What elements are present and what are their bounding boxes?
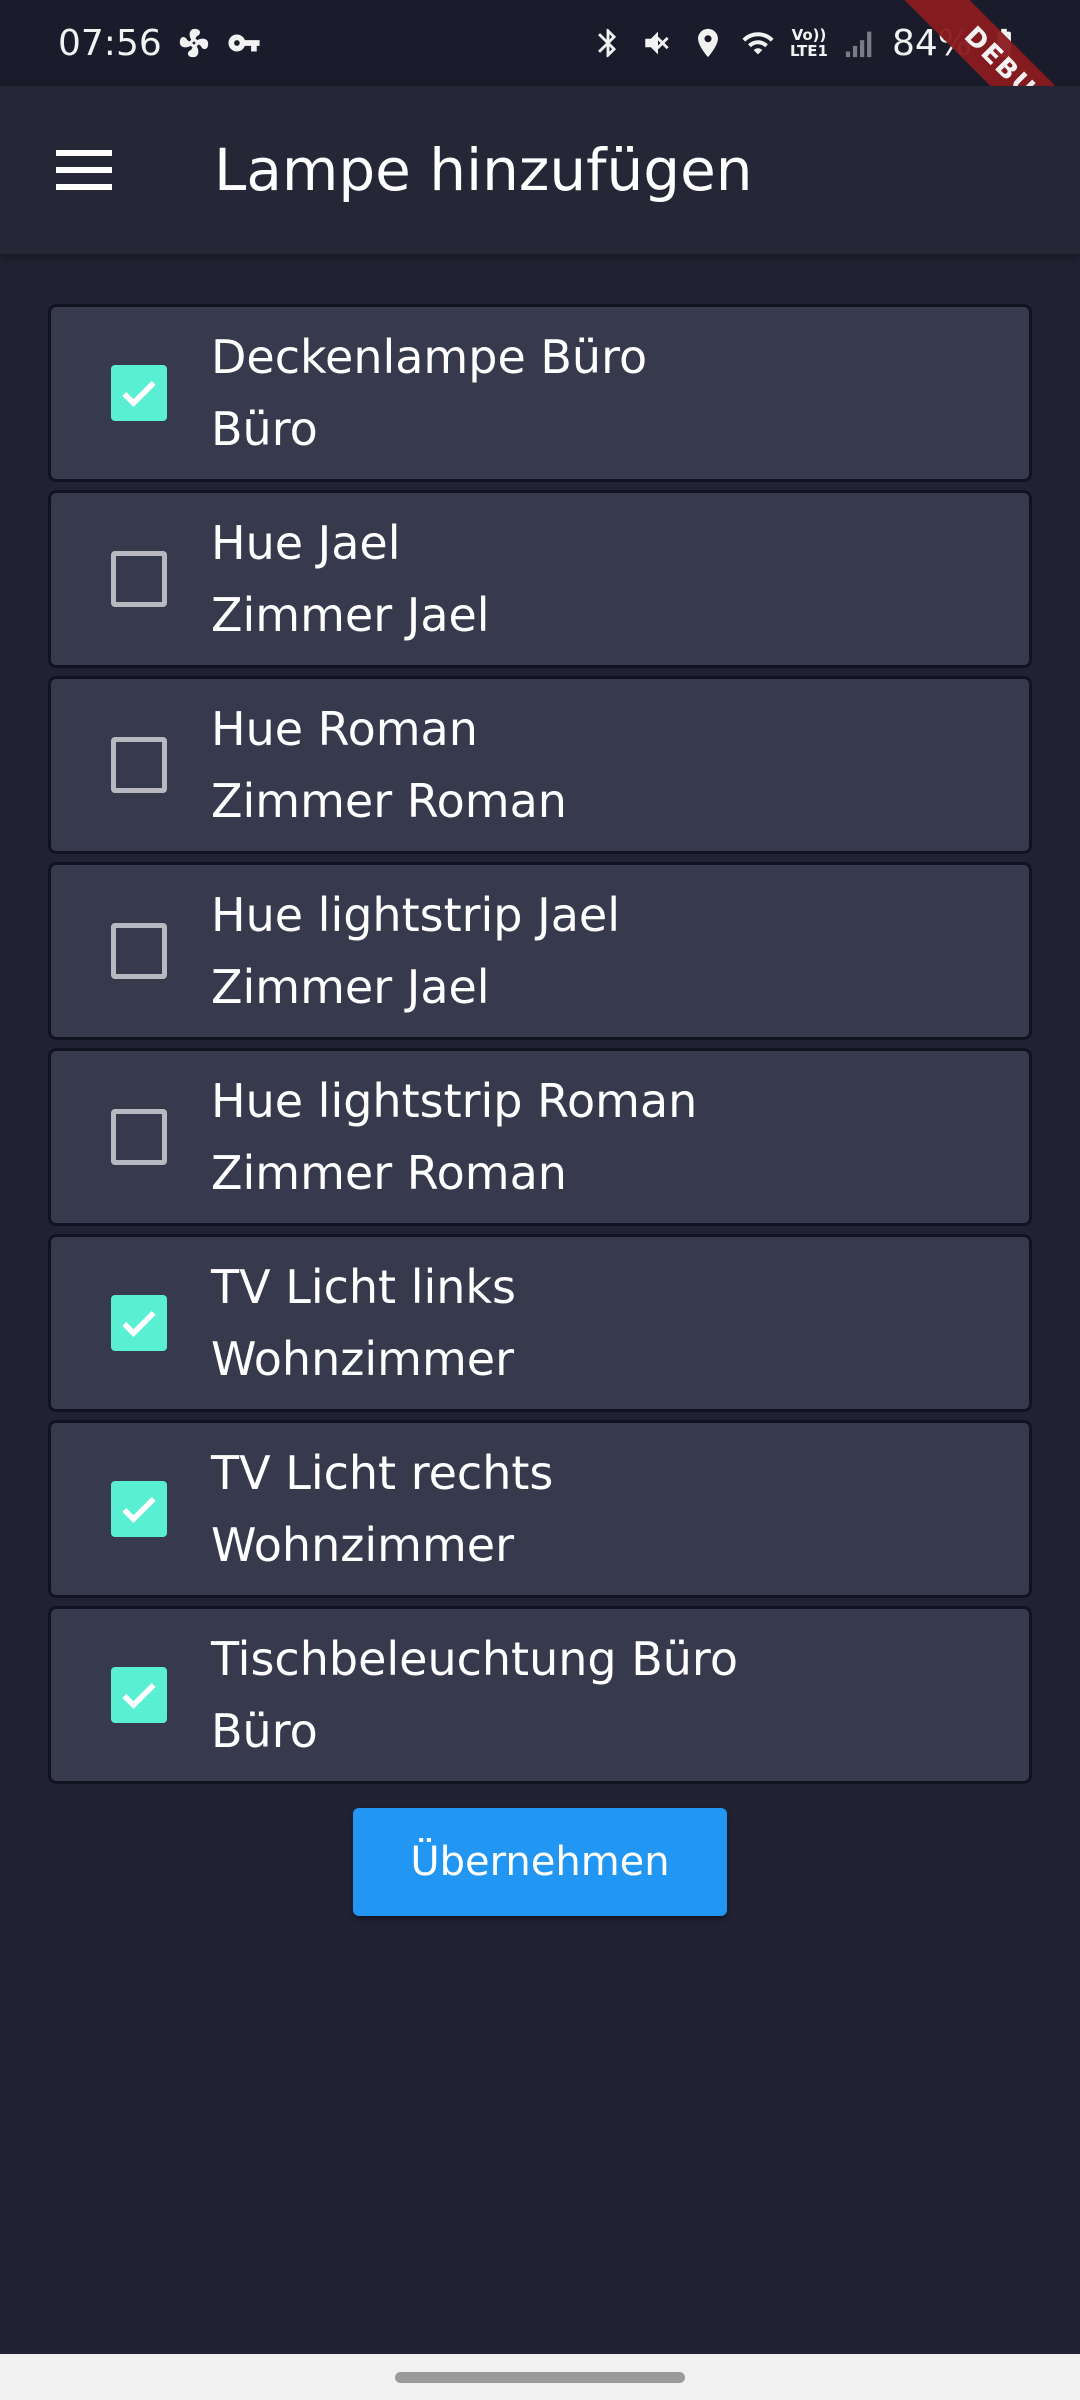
lamp-name: Hue Roman [211, 702, 478, 756]
wifi-icon [740, 23, 776, 63]
lamp-checkbox[interactable] [111, 365, 167, 421]
checkmark-icon [122, 1496, 156, 1523]
lamp-name: Hue lightstrip Roman [211, 1074, 698, 1128]
lamp-name: TV Licht rechts [211, 1446, 554, 1500]
checkmark-icon [122, 380, 156, 407]
lamp-checkbox[interactable] [111, 923, 167, 979]
lamp-texts: Hue Jael Zimmer Jael [211, 507, 490, 651]
lamp-room: Zimmer Roman [211, 774, 567, 828]
status-left: 07:56 [58, 23, 262, 64]
lamp-room: Büro [211, 402, 318, 456]
fan-icon [176, 23, 212, 63]
home-indicator[interactable] [395, 2371, 685, 2383]
lamp-list-item[interactable]: Deckenlampe Büro Büro [48, 304, 1032, 482]
lamp-room: Wohnzimmer [211, 1332, 514, 1386]
lamp-list-item[interactable]: TV Licht rechts Wohnzimmer [48, 1420, 1032, 1598]
lamp-list: Deckenlampe Büro Büro Hue Jael Zimmer Jael H… [48, 304, 1032, 1792]
lamp-list-item[interactable]: Hue lightstrip Roman Zimmer Roman [48, 1048, 1032, 1226]
lamp-name: TV Licht links [211, 1260, 517, 1314]
lamp-checkbox[interactable] [111, 1109, 167, 1165]
navigation-bar [0, 2354, 1080, 2400]
lamp-room: Zimmer Jael [211, 588, 490, 642]
lamp-checkbox[interactable] [111, 1667, 167, 1723]
lamp-texts: Hue Roman Zimmer Roman [211, 693, 567, 837]
lamp-texts: Hue lightstrip Roman Zimmer Roman [211, 1065, 697, 1209]
lamp-list-item[interactable]: TV Licht links Wohnzimmer [48, 1234, 1032, 1412]
lamp-texts: Tischbeleuchtung Büro Büro [211, 1623, 738, 1767]
location-icon [690, 23, 726, 63]
lamp-room: Zimmer Roman [211, 1146, 567, 1200]
lamp-texts: TV Licht links Wohnzimmer [211, 1251, 516, 1395]
lamp-texts: Deckenlampe Büro Büro [211, 321, 647, 465]
lamp-room: Wohnzimmer [211, 1518, 514, 1572]
bluetooth-icon [590, 23, 626, 63]
network-bottom: LTE1 [789, 42, 828, 60]
lamp-list-item[interactable]: Hue lightstrip Jael Zimmer Jael [48, 862, 1032, 1040]
lamp-name: Deckenlampe Büro [211, 330, 648, 384]
apply-button[interactable]: Übernehmen [353, 1808, 727, 1916]
lamp-room: Zimmer Jael [211, 960, 490, 1014]
key-icon [226, 23, 262, 63]
app-bar: Lampe hinzufügen [0, 86, 1080, 254]
menu-button[interactable] [34, 120, 134, 220]
lamp-texts: TV Licht rechts Wohnzimmer [211, 1437, 553, 1581]
hamburger-menu-icon [56, 150, 112, 190]
mute-icon [640, 23, 676, 63]
checkmark-icon [122, 1310, 156, 1337]
lamp-room: Büro [211, 1704, 318, 1758]
lamp-texts: Hue lightstrip Jael Zimmer Jael [211, 879, 620, 1023]
lamp-name: Tischbeleuchtung Büro [211, 1632, 738, 1686]
status-time: 07:56 [58, 22, 162, 64]
page-title: Lampe hinzufügen [214, 136, 753, 204]
lamp-checkbox[interactable] [111, 1481, 167, 1537]
lamp-list-item[interactable]: Tischbeleuchtung Büro Büro [48, 1606, 1032, 1784]
lamp-name: Hue lightstrip Jael [211, 888, 620, 942]
lamp-list-item[interactable]: Hue Roman Zimmer Roman [48, 676, 1032, 854]
checkmark-icon [122, 1682, 156, 1709]
lamp-checkbox[interactable] [111, 737, 167, 793]
lamp-checkbox[interactable] [111, 551, 167, 607]
signal-icon [842, 23, 878, 63]
network-label: Vo)) LTE1 [790, 27, 828, 59]
lamp-list-item[interactable]: Hue Jael Zimmer Jael [48, 490, 1032, 668]
lamp-checkbox[interactable] [111, 1295, 167, 1351]
lamp-name: Hue Jael [211, 516, 401, 570]
